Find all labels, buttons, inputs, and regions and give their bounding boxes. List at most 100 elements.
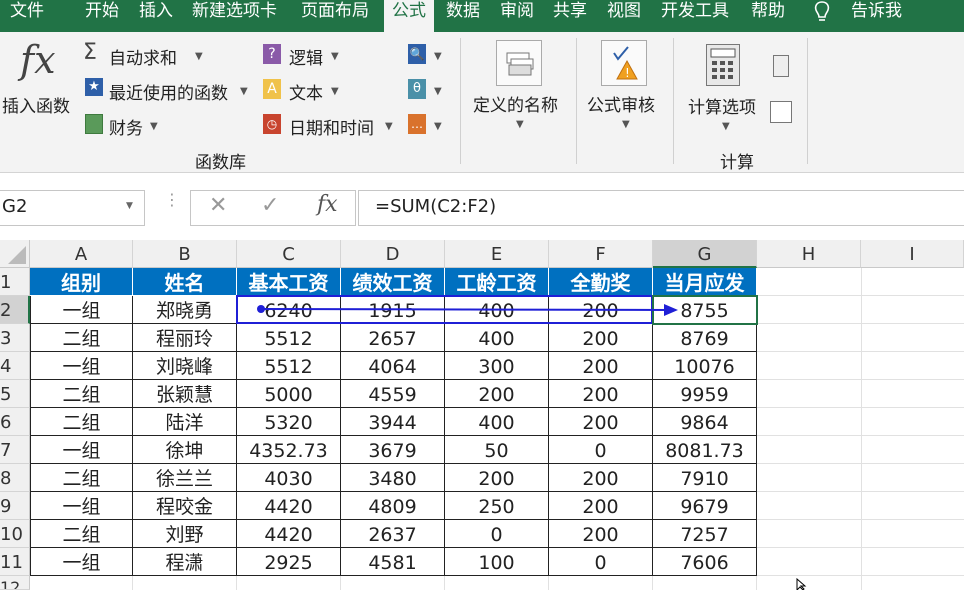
cell-total-pay[interactable]: 10076 xyxy=(653,352,757,380)
cell-performance-pay[interactable]: 2637 xyxy=(341,520,445,548)
cell-group[interactable]: 一组 xyxy=(30,296,133,324)
cell-base-salary[interactable]: 4420 xyxy=(237,520,341,548)
header-cell-name[interactable]: 姓名 xyxy=(133,268,237,296)
header-cell-attendance-bonus[interactable]: 全勤奖 xyxy=(549,268,653,296)
cell-performance-pay[interactable]: 3480 xyxy=(341,464,445,492)
cell-attendance-bonus[interactable]: 0 xyxy=(549,436,653,464)
formula-input[interactable]: =SUM(C2:F2) xyxy=(358,190,964,226)
chevron-down-icon[interactable]: ▼ xyxy=(240,86,248,97)
tab-share[interactable]: 共享 xyxy=(553,0,587,32)
header-cell-group[interactable]: 组别 xyxy=(30,268,133,296)
tab-file[interactable]: 文件 xyxy=(10,0,44,32)
tab-formulas[interactable]: 公式 xyxy=(384,0,434,32)
cell-base-salary[interactable]: 5512 xyxy=(237,324,341,352)
tab-data[interactable]: 数据 xyxy=(446,0,480,32)
cell-group[interactable]: 一组 xyxy=(30,436,133,464)
tab-home[interactable]: 开始 xyxy=(85,0,119,32)
cell-base-salary[interactable]: 4420 xyxy=(237,492,341,520)
cell-group[interactable]: 一组 xyxy=(30,492,133,520)
datetime-button[interactable]: 日期和时间 xyxy=(289,114,374,139)
math-trig-icon[interactable]: θ xyxy=(408,79,426,99)
cell-name[interactable]: 程丽玲 xyxy=(133,324,237,352)
header-cell-base-salary[interactable]: 基本工资 xyxy=(237,268,341,296)
tab-page-layout[interactable]: 页面布局 xyxy=(301,0,369,32)
cell-name[interactable]: 刘晓峰 xyxy=(133,352,237,380)
cell-total-pay[interactable]: 7910 xyxy=(653,464,757,492)
cell-name[interactable]: 郑晓勇 xyxy=(133,296,237,324)
cell-seniority-pay[interactable]: 200 xyxy=(445,464,549,492)
chevron-down-icon[interactable]: ▼ xyxy=(722,121,730,132)
header-cell-total-pay[interactable]: 当月应发 xyxy=(653,268,757,296)
calculation-options-button[interactable]: 计算选项 xyxy=(688,93,756,118)
column-header-d[interactable]: D xyxy=(341,240,445,268)
cell-performance-pay[interactable]: 4809 xyxy=(341,492,445,520)
chevron-down-icon[interactable]: ▼ xyxy=(126,201,133,211)
calculate-sheet-icon[interactable] xyxy=(770,101,792,123)
cell-seniority-pay[interactable]: 400 xyxy=(445,324,549,352)
cell-group[interactable]: 二组 xyxy=(30,408,133,436)
column-header-i[interactable]: I xyxy=(861,240,964,268)
cell-seniority-pay[interactable]: 300 xyxy=(445,352,549,380)
cell-seniority-pay[interactable]: 250 xyxy=(445,492,549,520)
column-header-e[interactable]: E xyxy=(445,240,549,268)
row-header[interactable]: 4 xyxy=(0,352,30,380)
cell-base-salary[interactable]: 4352.73 xyxy=(237,436,341,464)
cell-total-pay[interactable]: 7606 xyxy=(653,548,757,576)
cell-attendance-bonus[interactable]: 200 xyxy=(549,324,653,352)
row-header[interactable]: 5 xyxy=(0,380,30,408)
formula-auditing-button[interactable]: 公式审核 xyxy=(587,91,655,116)
row-header[interactable]: 8 xyxy=(0,464,30,492)
row-header[interactable]: 7 xyxy=(0,436,30,464)
chevron-down-icon[interactable]: ▼ xyxy=(434,86,442,97)
row-header[interactable]: 10 xyxy=(0,520,30,548)
chevron-down-icon[interactable]: ▼ xyxy=(150,121,158,132)
row-header[interactable]: 1 xyxy=(0,268,30,296)
cell-total-pay[interactable]: 9679 xyxy=(653,492,757,520)
enter-check-icon[interactable]: ✓ xyxy=(261,193,279,218)
more-functions-icon[interactable]: … xyxy=(408,114,426,134)
tab-review[interactable]: 审阅 xyxy=(500,0,534,32)
cell-base-salary[interactable]: 5320 xyxy=(237,408,341,436)
cell-base-salary[interactable]: 2925 xyxy=(237,548,341,576)
select-all-corner[interactable] xyxy=(0,240,30,268)
cell-total-pay[interactable]: 8769 xyxy=(653,324,757,352)
text-functions-button[interactable]: 文本 xyxy=(289,79,323,104)
cell-total-pay[interactable]: 8081.73 xyxy=(653,436,757,464)
defined-names-button[interactable]: 定义的名称 xyxy=(473,91,558,116)
column-header-a[interactable]: A xyxy=(30,240,133,268)
column-header-c[interactable]: C xyxy=(237,240,341,268)
cell-attendance-bonus[interactable]: 200 xyxy=(549,408,653,436)
row-header[interactable]: 2 xyxy=(0,296,30,324)
cell-name[interactable]: 徐坤 xyxy=(133,436,237,464)
cell-group[interactable]: 一组 xyxy=(30,352,133,380)
header-cell-performance-pay[interactable]: 绩效工资 xyxy=(341,268,445,296)
tell-me-search[interactable]: 告诉我 xyxy=(851,0,902,32)
cell-name[interactable]: 徐兰兰 xyxy=(133,464,237,492)
cell-seniority-pay[interactable]: 200 xyxy=(445,380,549,408)
cell-performance-pay[interactable]: 3679 xyxy=(341,436,445,464)
row-header[interactable]: 11 xyxy=(0,548,30,576)
cell-attendance-bonus[interactable]: 200 xyxy=(549,352,653,380)
column-header-b[interactable]: B xyxy=(133,240,237,268)
column-header-f[interactable]: F xyxy=(549,240,653,268)
cell-group[interactable]: 一组 xyxy=(30,548,133,576)
cell-name[interactable]: 陆洋 xyxy=(133,408,237,436)
cell-group[interactable]: 二组 xyxy=(30,324,133,352)
lookup-icon[interactable]: 🔍 xyxy=(408,44,426,64)
chevron-down-icon[interactable]: ▼ xyxy=(195,51,203,62)
recently-used-button[interactable]: 最近使用的函数 xyxy=(109,79,228,104)
column-header-h[interactable]: H xyxy=(757,240,861,268)
cell-performance-pay[interactable]: 4064 xyxy=(341,352,445,380)
row-header[interactable]: 12 xyxy=(0,576,30,590)
row-header[interactable]: 3 xyxy=(0,324,30,352)
cell-seniority-pay[interactable]: 50 xyxy=(445,436,549,464)
cell-name[interactable]: 张颖慧 xyxy=(133,380,237,408)
tab-insert[interactable]: 插入 xyxy=(139,0,173,32)
insert-function-fx-icon[interactable]: fx xyxy=(317,192,338,217)
cancel-icon[interactable]: ✕ xyxy=(209,193,227,218)
name-box[interactable]: G2 ▼ xyxy=(0,190,145,226)
chevron-down-icon[interactable]: ▼ xyxy=(622,119,630,130)
cell-total-pay[interactable]: 9864 xyxy=(653,408,757,436)
tab-view[interactable]: 视图 xyxy=(607,0,641,32)
chevron-down-icon[interactable]: ▼ xyxy=(331,51,339,62)
